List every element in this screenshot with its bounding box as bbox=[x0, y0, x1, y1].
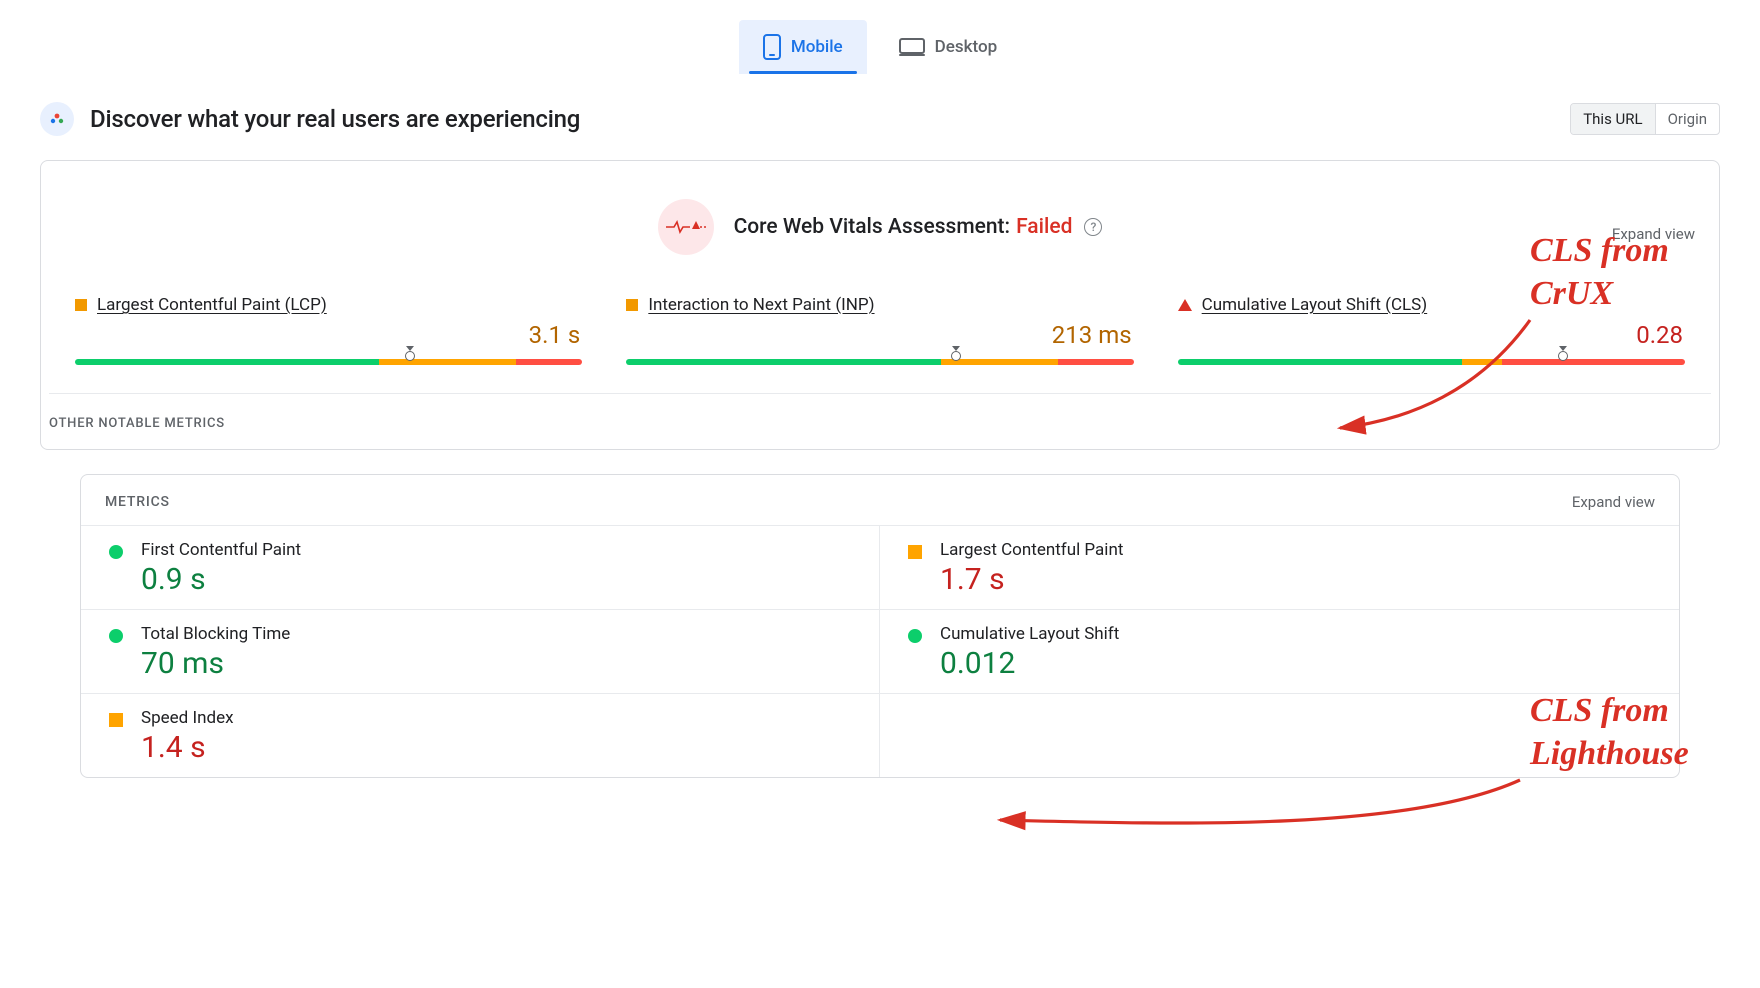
lh-title: METRICS bbox=[105, 494, 170, 510]
lh-cls-name: Cumulative Layout Shift bbox=[940, 624, 1119, 644]
section-title: Discover what your real users are experi… bbox=[90, 105, 580, 133]
tab-mobile-label: Mobile bbox=[791, 37, 843, 57]
phone-icon bbox=[763, 34, 781, 60]
dot-icon bbox=[908, 629, 922, 643]
lighthouse-card: METRICS Expand view First Contentful Pai… bbox=[80, 474, 1680, 778]
users-icon bbox=[40, 102, 74, 136]
lh-lcp-value: 1.7 s bbox=[940, 562, 1123, 597]
dot-icon bbox=[109, 545, 123, 559]
scope-origin[interactable]: Origin bbox=[1655, 104, 1719, 134]
device-tabs: Mobile Desktop bbox=[0, 0, 1760, 84]
crux-lcp-name[interactable]: Largest Contentful Paint (LCP) bbox=[97, 295, 327, 315]
lh-si-value: 1.4 s bbox=[141, 730, 234, 765]
square-icon bbox=[109, 713, 123, 727]
square-icon bbox=[75, 299, 87, 311]
lh-tbt: Total Blocking Time 70 ms bbox=[81, 610, 880, 694]
annotation-lh: CLS from Lighthouse bbox=[1530, 690, 1689, 775]
lh-tbt-name: Total Blocking Time bbox=[141, 624, 290, 644]
help-icon[interactable]: ? bbox=[1084, 218, 1102, 236]
crux-inp-bar bbox=[626, 353, 1133, 367]
square-icon bbox=[908, 545, 922, 559]
annotation-crux-l2: CrUX bbox=[1530, 273, 1669, 316]
annotation-crux: CLS from CrUX bbox=[1530, 230, 1669, 315]
lh-cls: Cumulative Layout Shift 0.012 bbox=[880, 610, 1679, 694]
annotation-lh-l1: CLS from bbox=[1530, 690, 1689, 733]
annotation-crux-l1: CLS from bbox=[1530, 230, 1669, 273]
scope-this-url[interactable]: This URL bbox=[1571, 104, 1654, 134]
assessment-label: Core Web Vitals Assessment: bbox=[734, 215, 1011, 239]
crux-inp-name[interactable]: Interaction to Next Paint (INP) bbox=[648, 295, 874, 315]
crux-inp-value: 213 ms bbox=[626, 321, 1131, 349]
tab-desktop-label: Desktop bbox=[935, 37, 997, 57]
lh-si: Speed Index 1.4 s bbox=[81, 694, 880, 777]
crux-metrics-row: Largest Contentful Paint (LCP) 3.1 s Int… bbox=[41, 265, 1719, 393]
crux-cls-name[interactable]: Cumulative Layout Shift (CLS) bbox=[1202, 295, 1428, 315]
crux-lcp-bar bbox=[75, 353, 582, 367]
crux-cls-value: 0.28 bbox=[1178, 321, 1683, 349]
lh-lcp: Largest Contentful Paint 1.7 s bbox=[880, 526, 1679, 610]
tab-desktop[interactable]: Desktop bbox=[875, 20, 1021, 74]
crux-lcp-value: 3.1 s bbox=[75, 321, 580, 349]
annotation-lh-l2: Lighthouse bbox=[1530, 733, 1689, 776]
lh-fcp-name: First Contentful Paint bbox=[141, 540, 301, 560]
other-metrics-label: OTHER NOTABLE METRICS bbox=[41, 394, 1719, 449]
crux-card: Core Web Vitals Assessment: Failed ? Exp… bbox=[40, 160, 1720, 450]
section-header: Discover what your real users are experi… bbox=[0, 84, 1760, 142]
assessment-status: Failed bbox=[1016, 215, 1072, 239]
crux-cls-bar bbox=[1178, 353, 1685, 367]
lh-fcp-value: 0.9 s bbox=[141, 562, 301, 597]
desktop-icon bbox=[899, 37, 925, 57]
square-icon bbox=[626, 299, 638, 311]
lh-cls-value: 0.012 bbox=[940, 646, 1119, 681]
triangle-icon bbox=[1178, 299, 1192, 311]
arrow-icon bbox=[990, 770, 1530, 860]
lh-tbt-value: 70 ms bbox=[141, 646, 290, 681]
crux-inp: Interaction to Next Paint (INP) 213 ms bbox=[626, 295, 1133, 367]
lh-fcp: First Contentful Paint 0.9 s bbox=[81, 526, 880, 610]
assessment-text: Core Web Vitals Assessment: Failed ? bbox=[734, 215, 1103, 239]
expand-lighthouse[interactable]: Expand view bbox=[1572, 493, 1655, 511]
lh-lcp-name: Largest Contentful Paint bbox=[940, 540, 1123, 560]
pulse-icon bbox=[658, 199, 714, 255]
scope-toggle: This URL Origin bbox=[1570, 103, 1720, 135]
lh-si-name: Speed Index bbox=[141, 708, 234, 728]
dot-icon bbox=[109, 629, 123, 643]
crux-lcp: Largest Contentful Paint (LCP) 3.1 s bbox=[75, 295, 582, 367]
tab-mobile[interactable]: Mobile bbox=[739, 20, 867, 74]
